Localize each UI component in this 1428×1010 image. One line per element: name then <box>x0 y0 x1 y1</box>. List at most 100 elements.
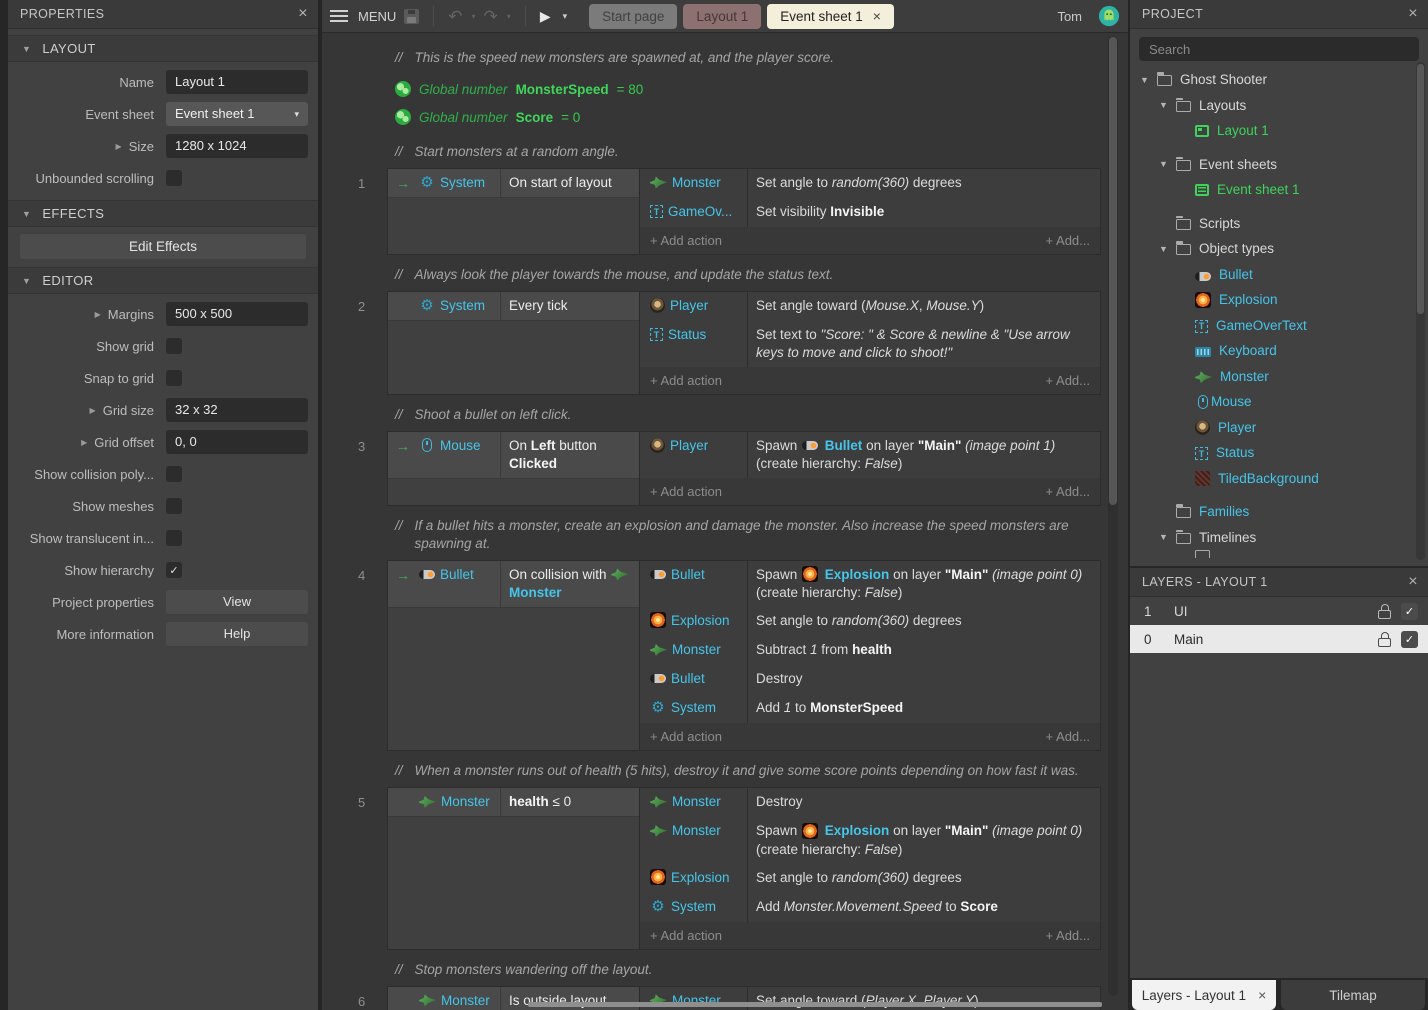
comment[interactable]: //Always look the player towards the mou… <box>395 266 1095 284</box>
tree-item-families[interactable]: Families <box>1130 499 1428 525</box>
section-header-editor[interactable]: ▼EDITOR <box>8 267 318 294</box>
tree-item-layout-1[interactable]: Layout 1 <box>1130 118 1428 144</box>
tree-item-event-sheets[interactable]: ▼Event sheets <box>1130 152 1428 178</box>
action[interactable]: SystemAdd Monster.Movement.Speed to Scor… <box>640 893 1100 922</box>
add-more-link[interactable]: + Add... <box>1046 729 1090 744</box>
tab-layout-1[interactable]: Layout 1 <box>683 4 761 29</box>
add-more-link[interactable]: + Add... <box>1046 928 1090 943</box>
collapse-icon[interactable]: ▼ <box>1159 100 1176 110</box>
redo-dropdown-icon[interactable]: ▾ <box>507 12 511 21</box>
tab-start-page[interactable]: Start page <box>589 4 677 29</box>
action[interactable]: GameOv...Set visibility Invisible <box>640 198 1100 227</box>
tree-item-monster[interactable]: Monster <box>1130 364 1428 390</box>
tab-layers-layout-1[interactable]: Layers - Layout 1 × <box>1132 980 1276 1010</box>
collapse-icon[interactable]: ▼ <box>1159 244 1176 254</box>
global-variable-monsterspeed[interactable]: Global numberMonsterSpeed= 80 <box>395 75 1128 103</box>
lock-icon[interactable] <box>1378 604 1391 619</box>
edit-effects-button[interactable]: Edit Effects <box>20 234 306 259</box>
prop-checkbox-show-collision-poly[interactable] <box>166 466 182 482</box>
prop-checkbox-snap-to-grid[interactable] <box>166 370 182 386</box>
section-header-effects[interactable]: ▼EFFECTS <box>8 200 318 227</box>
prop-input-grid-offset[interactable]: 0, 0 <box>166 430 308 454</box>
prop-input-name[interactable]: Layout 1 <box>166 70 308 94</box>
close-icon[interactable]: × <box>298 6 308 22</box>
add-more-link[interactable]: + Add... <box>1046 373 1090 388</box>
layer-row-ui[interactable]: 1UI✓ <box>1130 597 1428 625</box>
prop-checkbox-show-meshes[interactable] <box>166 498 182 514</box>
action[interactable]: MonsterDestroy <box>640 788 1100 817</box>
action[interactable]: BulletDestroy <box>640 665 1100 694</box>
help-button[interactable]: Help <box>166 622 308 646</box>
prop-checkbox-unbounded-scrolling[interactable] <box>166 170 182 186</box>
tree-item-scripts[interactable]: Scripts <box>1130 211 1428 237</box>
search-input[interactable] <box>1139 37 1419 61</box>
action[interactable]: ExplosionSet angle to random(360) degree… <box>640 864 1100 893</box>
comment[interactable]: //This is the speed new monsters are spa… <box>395 49 1095 67</box>
expander-icon[interactable]: ▶ <box>116 142 122 151</box>
action[interactable]: MonsterSpawn Explosion on layer "Main" (… <box>640 817 1100 863</box>
collapse-icon[interactable]: ▼ <box>1140 75 1157 85</box>
condition[interactable]: SystemEvery tick <box>388 292 639 321</box>
tree-item-bullet[interactable]: Bullet <box>1130 262 1428 288</box>
close-icon[interactable]: × <box>1408 6 1418 22</box>
expander-icon[interactable]: ▶ <box>90 406 96 415</box>
layer-visible-checkbox[interactable]: ✓ <box>1401 631 1418 648</box>
tree-item-event-sheet-1[interactable]: Event sheet 1 <box>1130 177 1428 203</box>
scrollbar-thumb[interactable] <box>1417 64 1424 314</box>
comment[interactable]: //When a monster runs out of health (5 h… <box>395 762 1095 780</box>
action[interactable]: SystemAdd 1 to MonsterSpeed <box>640 694 1100 723</box>
condition[interactable]: Monsterhealth ≤ 0 <box>388 788 639 817</box>
tree-item-tiledbackground[interactable]: TiledBackground <box>1130 466 1428 492</box>
comment[interactable]: //Shoot a bullet on left click. <box>395 406 1095 424</box>
tab-tilemap[interactable]: Tilemap <box>1281 980 1425 1010</box>
tree-item-mouse[interactable]: Mouse <box>1130 389 1428 415</box>
condition[interactable]: →MouseOn Left button Clicked <box>388 432 639 479</box>
scrollbar-thumb[interactable] <box>528 1002 1102 1007</box>
add-action-link[interactable]: + Add action <box>650 928 722 943</box>
add-action-link[interactable]: + Add action <box>650 484 722 499</box>
expander-icon[interactable]: ▶ <box>81 438 87 447</box>
collapse-icon[interactable]: ▼ <box>1159 532 1176 542</box>
menu-button[interactable]: MENU <box>358 9 396 24</box>
prop-checkbox-show-grid[interactable] <box>166 338 182 354</box>
collapse-icon[interactable]: ▼ <box>1159 159 1176 169</box>
undo-icon[interactable]: ↶ <box>448 8 462 25</box>
condition[interactable]: →SystemOn start of layout <box>388 169 639 198</box>
tree-item-ghost-shooter[interactable]: ▼Ghost Shooter <box>1130 67 1428 93</box>
tree-item-gameovertext[interactable]: GameOverText <box>1130 313 1428 339</box>
action[interactable]: PlayerSet angle toward (Mouse.X, Mouse.Y… <box>640 292 1100 321</box>
comment[interactable]: //If a bullet hits a monster, create an … <box>395 517 1095 553</box>
prop-checkbox-show-hierarchy[interactable]: ✓ <box>166 562 182 578</box>
action[interactable]: MonsterSubtract 1 from health <box>640 636 1100 665</box>
view-button[interactable]: View <box>166 590 308 614</box>
prop-select-event-sheet[interactable]: Event sheet 1▾ <box>166 102 308 126</box>
tree-item-object-types[interactable]: ▼Object types <box>1130 236 1428 262</box>
hamburger-menu-icon[interactable] <box>330 10 348 22</box>
add-more-link[interactable]: + Add... <box>1046 233 1090 248</box>
tree-item-clipped[interactable] <box>1130 550 1428 558</box>
comment[interactable]: //Start monsters at a random angle. <box>395 143 1095 161</box>
prop-checkbox-show-translucent-in[interactable] <box>166 530 182 546</box>
expander-icon[interactable]: ▶ <box>95 310 101 319</box>
add-action-link[interactable]: + Add action <box>650 233 722 248</box>
tree-item-keyboard[interactable]: Keyboard <box>1130 338 1428 364</box>
preview-dropdown-icon[interactable]: ▾ <box>563 11 568 22</box>
preview-play-button[interactable]: ▶ <box>540 8 551 25</box>
user-name[interactable]: Tom <box>1057 9 1082 24</box>
prop-input-grid-size[interactable]: 32 x 32 <box>166 398 308 422</box>
scrollbar-thumb[interactable] <box>1109 37 1117 505</box>
add-action-link[interactable]: + Add action <box>650 373 722 388</box>
comment[interactable]: //Stop monsters wandering off the layout… <box>395 961 1095 979</box>
tree-item-layouts[interactable]: ▼Layouts <box>1130 93 1428 119</box>
layer-row-main[interactable]: 0Main✓ <box>1130 625 1428 653</box>
action[interactable]: ExplosionSet angle to random(360) degree… <box>640 607 1100 636</box>
undo-dropdown-icon[interactable]: ▾ <box>472 12 476 21</box>
tree-item-explosion[interactable]: Explosion <box>1130 287 1428 313</box>
global-variable-score[interactable]: Global numberScore= 0 <box>395 103 1128 131</box>
action[interactable]: PlayerSpawn Bullet on layer "Main" (imag… <box>640 432 1100 478</box>
avatar[interactable] <box>1098 5 1120 27</box>
prop-input-margins[interactable]: 500 x 500 <box>166 302 308 326</box>
section-header-layout[interactable]: ▼LAYOUT <box>8 35 318 62</box>
action[interactable]: MonsterSet angle to random(360) degrees <box>640 169 1100 198</box>
add-more-link[interactable]: + Add... <box>1046 484 1090 499</box>
